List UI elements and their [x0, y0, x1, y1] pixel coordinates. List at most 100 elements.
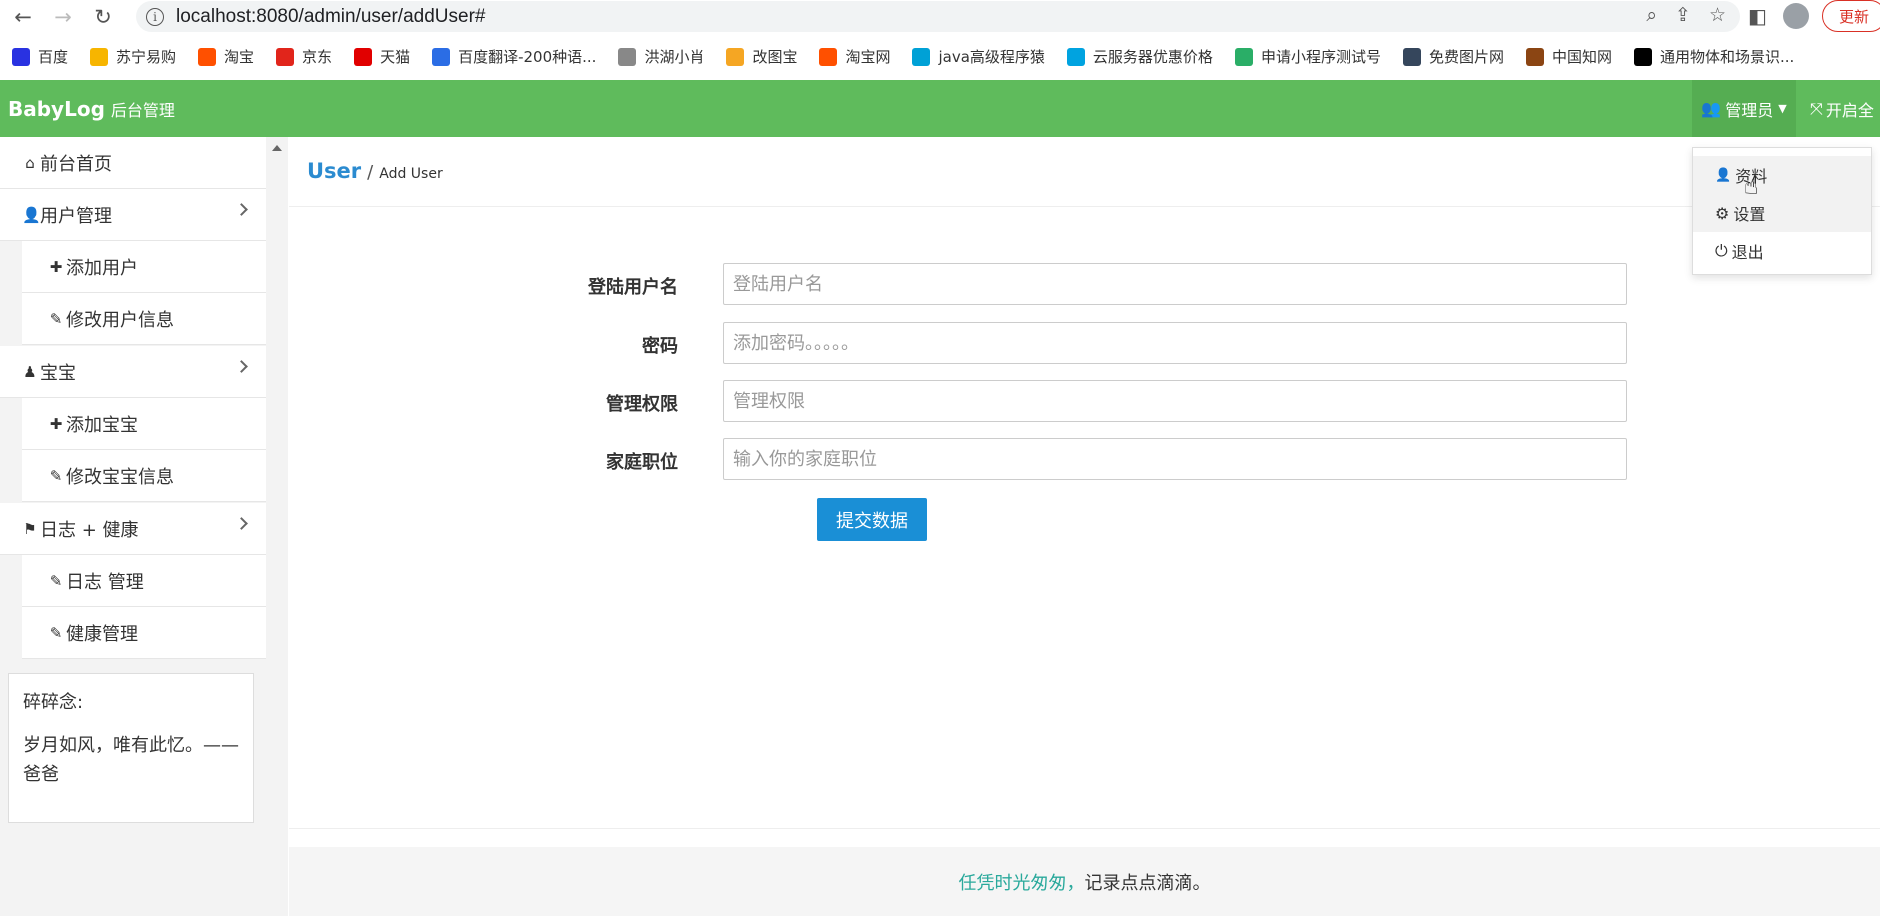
bookmark-label: 免费图片网 [1428, 48, 1504, 66]
user-icon: 👤 [22, 205, 41, 224]
share-icon[interactable]: ⇪ [1675, 4, 1691, 26]
bookmark-label: 淘宝网 [845, 48, 891, 66]
bookmark-star-icon[interactable]: ☆ [1709, 4, 1726, 26]
bookmarks-bar: 百度 苏宁易购 淘宝 京东 天猫 百度翻译-200种语... 洪湖小肖 改图宝 淘宝网 java高… [0, 40, 1880, 73]
bookmark-favicon-icon [1525, 47, 1544, 66]
sidebar-item-home[interactable]: ⌂ 前台首页 [0, 137, 266, 189]
bookmark-label: 云服务器优惠价格 [1092, 48, 1213, 66]
note-body: 岁月如风，唯有此忆。——爸爸 [23, 735, 239, 785]
edit-icon: ✎ [49, 309, 63, 328]
breadcrumb-separator: / [367, 162, 374, 183]
url-text[interactable]: localhost:8080/admin/user/addUser# [176, 6, 485, 28]
sidebar-item-health-management[interactable]: ✎ 健康管理 [22, 607, 266, 659]
bookmark-label: 通用物体和场景识... [1659, 48, 1795, 66]
form-row-password: 密码 [289, 322, 1880, 364]
sidebar-item-edit-baby[interactable]: ✎ 修改宝宝信息 [22, 450, 266, 502]
sidebar-item-edit-user[interactable]: ✎ 修改用户信息 [22, 293, 266, 345]
user-icon: 👤 [1715, 167, 1732, 183]
bookmark-item[interactable]: 天猫 [354, 46, 410, 67]
sidebar-item-label: 添加宝宝 [66, 414, 138, 436]
site-info-icon[interactable]: i [146, 7, 164, 26]
bookmark-favicon-icon [432, 47, 451, 66]
sidebar: ⌂ 前台首页 👤 用户管理 ✚ 添加用户 ✎ 修改用户信息 ♟ 宝宝 ✚ 添加宝宝 ✎ 修改宝… [0, 137, 288, 916]
note-box: 碎碎念: 岁月如风，唯有此忆。——爸爸 [8, 673, 254, 823]
username-input[interactable] [723, 263, 1627, 305]
bookmark-item[interactable]: 申请小程序测试号 [1234, 46, 1381, 67]
form-row-username: 登陆用户名 [289, 263, 1880, 305]
bookmark-item[interactable]: 苏宁易购 [90, 46, 176, 67]
footer: 任凭时光匆匆， 记录点点滴滴。 [289, 847, 1880, 916]
fullscreen-label: 开启全 [1825, 100, 1874, 120]
sidebar-item-log-management[interactable]: ✎ 日志 管理 [22, 555, 266, 607]
sidebar-item-user-management[interactable]: 👤 用户管理 [0, 189, 266, 241]
sidebar-item-add-baby[interactable]: ✚ 添加宝宝 [22, 398, 266, 450]
update-button[interactable]: 更新 [1822, 0, 1880, 32]
profile-avatar-icon[interactable] [1782, 3, 1809, 29]
brand-logo[interactable]: BabyLog 后台管理 [8, 97, 175, 121]
bookmark-label: 改图宝 [752, 48, 798, 66]
form-row-permission: 管理权限 [289, 380, 1880, 422]
app-header: BabyLog 后台管理 👥 管理员 ▼ ⤧ 开启全 [0, 80, 1880, 137]
bookmark-item[interactable]: 中国知网 [1525, 46, 1612, 67]
permission-input[interactable] [723, 380, 1627, 422]
bookmark-favicon-icon [276, 47, 295, 66]
home-icon: ⌂ [25, 153, 35, 172]
family-role-input[interactable] [723, 438, 1627, 480]
edit-icon: ✎ [49, 466, 63, 485]
bookmark-favicon-icon [1234, 47, 1253, 66]
breadcrumb-section[interactable]: User [307, 159, 361, 183]
bookmark-item[interactable]: 百度翻译-200种语... [432, 46, 596, 67]
sidebar-scrollbar[interactable] [266, 137, 288, 916]
back-arrow-icon[interactable]: ← [8, 2, 38, 32]
sidebar-item-label: 修改宝宝信息 [66, 466, 174, 488]
bookmark-item[interactable]: 淘宝 [198, 46, 254, 67]
chevron-right-icon [235, 517, 248, 530]
bookmark-favicon-icon [618, 47, 637, 66]
bookmark-item[interactable]: 改图宝 [726, 46, 797, 67]
address-bar[interactable]: i localhost:8080/admin/user/addUser# ⌕ ⇪… [136, 1, 1740, 32]
password-input[interactable] [723, 322, 1627, 364]
bookmark-label: 申请小程序测试号 [1260, 48, 1381, 66]
main-content: User / Add User 登陆用户名 密码 管理权限 家庭职位 提交数据 … [289, 137, 1880, 916]
forward-arrow-icon[interactable]: → [48, 2, 78, 32]
bookmark-item[interactable]: java高级程序猿 [912, 46, 1045, 67]
zoom-icon[interactable]: ⌕ [1646, 4, 1657, 26]
note-title: 碎碎念: [23, 692, 84, 713]
sidebar-item-baby[interactable]: ♟ 宝宝 [0, 346, 266, 398]
bookmark-item[interactable]: 淘宝网 [819, 46, 890, 67]
bookmark-label: 苏宁易购 [116, 48, 177, 66]
bookmark-item[interactable]: 通用物体和场景识... [1633, 46, 1795, 67]
fullscreen-button[interactable]: ⤧ 开启全 [1810, 80, 1874, 137]
caret-down-icon: ▼ [1778, 102, 1787, 115]
sidebar-item-label: 日志 + 健康 [40, 519, 139, 541]
bookmark-item[interactable]: 免费图片网 [1402, 46, 1504, 67]
flag-icon: ⚑ [23, 519, 37, 538]
username-label: 登陆用户名 [588, 277, 678, 298]
admin-dropdown-menu: 👤 资料 ⚙ 设置 ⏻ 退出 [1692, 147, 1872, 275]
bookmark-favicon-icon [354, 47, 373, 66]
sidebar-item-log-health[interactable]: ⚑ 日志 + 健康 [0, 503, 266, 555]
bookmark-item[interactable]: 京东 [276, 46, 332, 67]
form-row-family-role: 家庭职位 [289, 438, 1880, 480]
bookmark-label: 京东 [302, 48, 333, 66]
reload-icon[interactable]: ↻ [88, 2, 118, 32]
admin-menu-button[interactable]: 👥 管理员 ▼ [1692, 80, 1796, 137]
bookmark-item[interactable]: 百度 [12, 46, 68, 67]
menu-item-logout[interactable]: ⏻ 退出 [1693, 232, 1871, 270]
side-panel-icon[interactable]: ◧ [1748, 4, 1767, 28]
bookmark-item[interactable]: 洪湖小肖 [618, 46, 704, 67]
bookmark-label: 中国知网 [1551, 48, 1612, 66]
bookmark-item[interactable]: 云服务器优惠价格 [1066, 46, 1213, 67]
permission-label: 管理权限 [606, 394, 678, 415]
plus-icon: ✚ [49, 414, 63, 433]
bookmark-favicon-icon [912, 47, 931, 66]
bookmark-favicon-icon [1633, 47, 1652, 66]
menu-item-settings[interactable]: ⚙ 设置 [1693, 194, 1871, 232]
scroll-up-icon[interactable] [272, 145, 282, 151]
bookmark-favicon-icon [726, 47, 745, 66]
sidebar-item-label: 用户管理 [40, 205, 112, 227]
bookmark-label: 天猫 [380, 48, 411, 66]
sidebar-item-add-user[interactable]: ✚ 添加用户 [22, 241, 266, 293]
menu-item-profile[interactable]: 👤 资料 [1693, 156, 1871, 194]
submit-button[interactable]: 提交数据 [817, 498, 927, 541]
